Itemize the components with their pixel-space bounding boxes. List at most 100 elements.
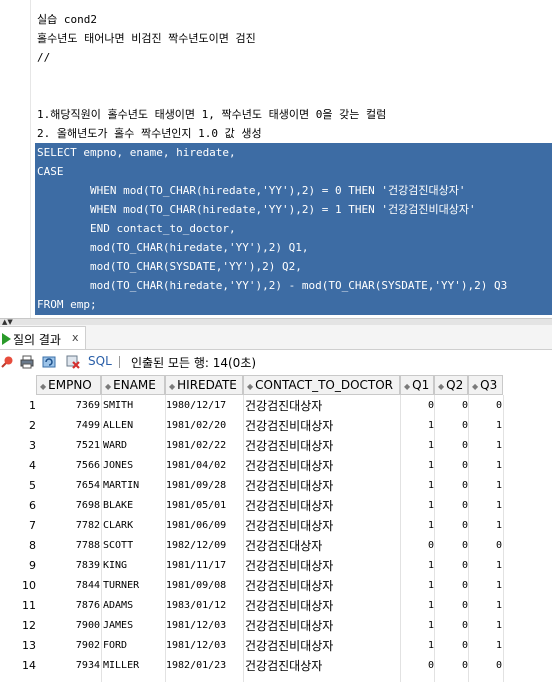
- column-header-q3[interactable]: ◆ Q3: [468, 375, 503, 395]
- cell-empno[interactable]: 7902: [36, 636, 100, 656]
- cell-q3[interactable]: 1: [470, 416, 502, 436]
- cell-q3[interactable]: 0: [470, 656, 502, 676]
- cell-ename[interactable]: TURNER: [103, 576, 165, 596]
- cell-hiredate[interactable]: 1981/09/28: [166, 476, 242, 496]
- cell-contact-to-doctor[interactable]: 건강검진대상자: [245, 656, 401, 676]
- table-row[interactable]: 3 7521 WARD 1981/02/22 건강검진비대상자 1 0 1: [0, 436, 552, 456]
- table-row[interactable]: 6 7698 BLAKE 1981/05/01 건강검진비대상자 1 0 1: [0, 496, 552, 516]
- cell-contact-to-doctor[interactable]: 건강검진대상자: [245, 536, 401, 556]
- cell-q2[interactable]: 0: [436, 576, 468, 596]
- cell-hiredate[interactable]: 1981/04/02: [166, 456, 242, 476]
- cell-empno[interactable]: 7934: [36, 656, 100, 676]
- cell-ename[interactable]: JAMES: [103, 616, 165, 636]
- cell-hiredate[interactable]: 1983/01/12: [166, 596, 242, 616]
- cell-q2[interactable]: 0: [436, 516, 468, 536]
- cell-hiredate[interactable]: 1981/12/03: [166, 616, 242, 636]
- cell-q3[interactable]: 1: [470, 636, 502, 656]
- cell-q3[interactable]: 1: [470, 596, 502, 616]
- refresh-icon[interactable]: [42, 355, 56, 369]
- table-row[interactable]: 7 7782 CLARK 1981/06/09 건강검진비대상자 1 0 1: [0, 516, 552, 536]
- table-row[interactable]: 10 7844 TURNER 1981/09/08 건강검진비대상자 1 0 1: [0, 576, 552, 596]
- cell-ename[interactable]: CLARK: [103, 516, 165, 536]
- cell-q1[interactable]: 1: [402, 636, 434, 656]
- cell-empno[interactable]: 7839: [36, 556, 100, 576]
- table-row[interactable]: 14 7934 MILLER 1982/01/23 건강검진대상자 0 0 0: [0, 656, 552, 676]
- cell-empno[interactable]: 7844: [36, 576, 100, 596]
- cell-q3[interactable]: 1: [470, 456, 502, 476]
- cell-empno[interactable]: 7499: [36, 416, 100, 436]
- cell-empno[interactable]: 7698: [36, 496, 100, 516]
- cell-ename[interactable]: SCOTT: [103, 536, 165, 556]
- cell-q3[interactable]: 1: [470, 576, 502, 596]
- cell-q2[interactable]: 0: [436, 636, 468, 656]
- cell-contact-to-doctor[interactable]: 건강검진비대상자: [245, 496, 401, 516]
- cell-empno[interactable]: 7782: [36, 516, 100, 536]
- sql-link[interactable]: SQL: [88, 354, 112, 368]
- cell-q2[interactable]: 0: [436, 536, 468, 556]
- table-row[interactable]: 2 7499 ALLEN 1981/02/20 건강검진비대상자 1 0 1: [0, 416, 552, 436]
- cell-contact-to-doctor[interactable]: 건강검진비대상자: [245, 436, 401, 456]
- cell-q3[interactable]: 1: [470, 616, 502, 636]
- cell-hiredate[interactable]: 1981/12/03: [166, 636, 242, 656]
- cell-ename[interactable]: ADAMS: [103, 596, 165, 616]
- cell-ename[interactable]: WARD: [103, 436, 165, 456]
- cell-q1[interactable]: 1: [402, 476, 434, 496]
- cell-q3[interactable]: 0: [470, 536, 502, 556]
- cell-contact-to-doctor[interactable]: 건강검진대상자: [245, 396, 401, 416]
- table-row[interactable]: 13 7902 FORD 1981/12/03 건강검진비대상자 1 0 1: [0, 636, 552, 656]
- cell-empno[interactable]: 7788: [36, 536, 100, 556]
- cell-hiredate[interactable]: 1981/05/01: [166, 496, 242, 516]
- cell-q2[interactable]: 0: [436, 596, 468, 616]
- cell-q1[interactable]: 0: [402, 536, 434, 556]
- column-header-q1[interactable]: ◆ Q1: [400, 375, 434, 395]
- cell-hiredate[interactable]: 1981/09/08: [166, 576, 242, 596]
- cell-q2[interactable]: 0: [436, 656, 468, 676]
- cell-q3[interactable]: 1: [470, 476, 502, 496]
- cell-q2[interactable]: 0: [436, 616, 468, 636]
- column-header-q2[interactable]: ◆ Q2: [434, 375, 468, 395]
- cell-empno[interactable]: 7369: [36, 396, 100, 416]
- cell-q3[interactable]: 1: [470, 516, 502, 536]
- cell-hiredate[interactable]: 1980/12/17: [166, 396, 242, 416]
- cell-q2[interactable]: 0: [436, 396, 468, 416]
- pin-icon[interactable]: [0, 355, 14, 369]
- cell-q1[interactable]: 1: [402, 616, 434, 636]
- tab-query-result[interactable]: 질의 결과 x: [0, 326, 86, 349]
- column-header-hiredate[interactable]: ◆ HIREDATE: [165, 375, 243, 395]
- cell-ename[interactable]: ALLEN: [103, 416, 165, 436]
- cell-q1[interactable]: 0: [402, 656, 434, 676]
- cell-hiredate[interactable]: 1981/02/22: [166, 436, 242, 456]
- cell-hiredate[interactable]: 1981/11/17: [166, 556, 242, 576]
- cell-q2[interactable]: 0: [436, 416, 468, 436]
- cell-contact-to-doctor[interactable]: 건강검진비대상자: [245, 596, 401, 616]
- sql-editor[interactable]: 실습 cond2 홀수년도 태어나면 비검진 짝수년도이면 검진 // 1.해당…: [0, 0, 552, 318]
- close-icon[interactable]: x: [72, 331, 79, 344]
- table-row[interactable]: 11 7876 ADAMS 1983/01/12 건강검진비대상자 1 0 1: [0, 596, 552, 616]
- cell-ename[interactable]: BLAKE: [103, 496, 165, 516]
- cell-q1[interactable]: 1: [402, 456, 434, 476]
- cell-q3[interactable]: 0: [470, 396, 502, 416]
- cell-q1[interactable]: 1: [402, 416, 434, 436]
- cell-ename[interactable]: JONES: [103, 456, 165, 476]
- cell-ename[interactable]: FORD: [103, 636, 165, 656]
- cell-q3[interactable]: 1: [470, 496, 502, 516]
- cell-hiredate[interactable]: 1982/12/09: [166, 536, 242, 556]
- cell-q2[interactable]: 0: [436, 476, 468, 496]
- cell-q3[interactable]: 1: [470, 556, 502, 576]
- cell-contact-to-doctor[interactable]: 건강검진비대상자: [245, 416, 401, 436]
- table-row[interactable]: 12 7900 JAMES 1981/12/03 건강검진비대상자 1 0 1: [0, 616, 552, 636]
- table-row[interactable]: 5 7654 MARTIN 1981/09/28 건강검진비대상자 1 0 1: [0, 476, 552, 496]
- cell-q1[interactable]: 1: [402, 576, 434, 596]
- print-icon[interactable]: [20, 355, 34, 369]
- cancel-icon[interactable]: [66, 355, 80, 369]
- cell-contact-to-doctor[interactable]: 건강검진비대상자: [245, 636, 401, 656]
- cell-q1[interactable]: 1: [402, 516, 434, 536]
- cell-contact-to-doctor[interactable]: 건강검진비대상자: [245, 456, 401, 476]
- cell-q2[interactable]: 0: [436, 496, 468, 516]
- cell-hiredate[interactable]: 1981/02/20: [166, 416, 242, 436]
- cell-q2[interactable]: 0: [436, 436, 468, 456]
- cell-ename[interactable]: KING: [103, 556, 165, 576]
- cell-contact-to-doctor[interactable]: 건강검진비대상자: [245, 616, 401, 636]
- cell-empno[interactable]: 7900: [36, 616, 100, 636]
- table-row[interactable]: 9 7839 KING 1981/11/17 건강검진비대상자 1 0 1: [0, 556, 552, 576]
